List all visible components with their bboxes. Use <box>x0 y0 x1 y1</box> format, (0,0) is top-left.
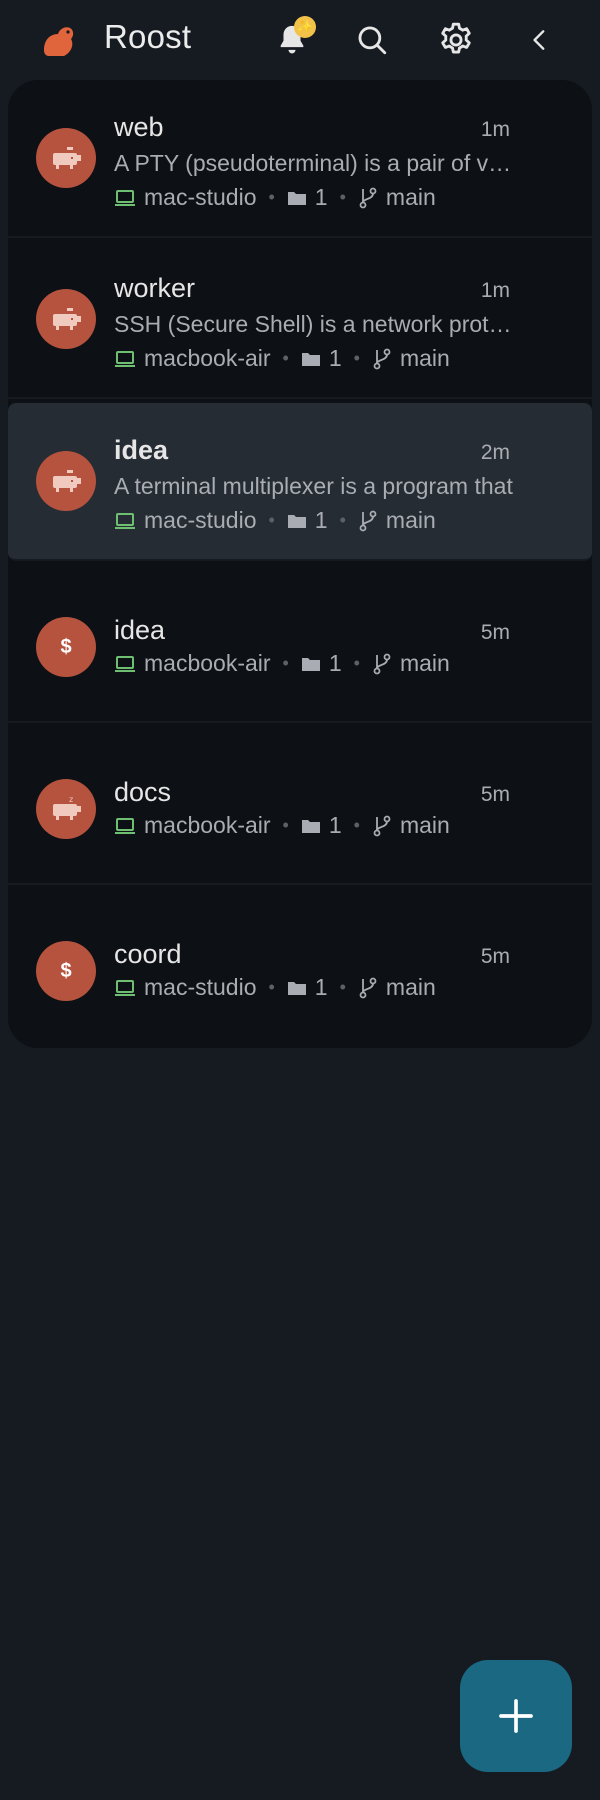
host-label: mac-studio <box>144 507 257 533</box>
host-label: macbook-air <box>144 650 271 676</box>
branch-label: main <box>385 974 436 1000</box>
session-name: web <box>114 112 164 142</box>
app-title: Roost <box>104 18 192 55</box>
roost-logo-icon <box>44 27 74 56</box>
separator: • <box>282 815 289 835</box>
separator: • <box>339 510 346 530</box>
folder-icon <box>301 818 321 834</box>
folder-icon <box>287 980 307 996</box>
host-label: mac-studio <box>144 184 257 210</box>
laptop-icon <box>114 512 136 530</box>
pig-icon <box>36 128 96 188</box>
plus-icon <box>499 1699 533 1733</box>
git-branch-icon <box>372 653 392 675</box>
session-meta: mac-studio • 1 • main <box>114 974 436 1001</box>
branch-label: main <box>399 812 450 838</box>
folder-count: 1 <box>314 974 328 1000</box>
separator: • <box>268 187 275 207</box>
laptop-icon <box>114 655 136 673</box>
session-name: docs <box>114 777 172 807</box>
chevron-left-icon <box>533 30 545 50</box>
session-meta: macbook-air • 1 • main <box>114 812 450 839</box>
session-name: worker <box>114 273 196 303</box>
session-preview: A PTY (pseudoterminal) is a pair of virt… <box>114 150 514 176</box>
git-branch-icon <box>358 187 378 209</box>
session-name: idea <box>114 435 169 465</box>
branch-label: main <box>385 507 436 533</box>
laptop-icon <box>114 979 136 997</box>
folder-count: 1 <box>314 184 328 210</box>
separator: • <box>268 977 275 997</box>
session-meta: mac-studio • 1 • main <box>114 507 436 534</box>
dollar-icon: $ <box>36 617 96 677</box>
laptop-icon <box>114 189 136 207</box>
host-label: macbook-air <box>144 345 271 371</box>
session-time: 1m <box>480 279 510 302</box>
search-button[interactable] <box>350 18 394 62</box>
session-name: coord <box>114 939 182 969</box>
folder-count: 1 <box>328 812 342 838</box>
session-time: 1m <box>480 118 510 141</box>
session-row[interactable]: worker 1m SSH (Secure Shell) is a networ… <box>8 241 592 399</box>
separator: • <box>339 187 346 207</box>
git-branch-icon <box>372 348 392 370</box>
separator: • <box>339 977 346 997</box>
session-meta: macbook-air • 1 • main <box>114 345 450 372</box>
session-meta: mac-studio • 1 • main <box>114 184 436 211</box>
session-preview: A terminal multiplexer is a program that <box>114 473 513 499</box>
session-time: 5m <box>480 621 510 644</box>
session-row[interactable]: $ coord 5m mac-studio • 1 • main <box>8 889 592 1047</box>
session-meta: macbook-air • 1 • main <box>114 650 450 677</box>
search-icon <box>358 26 387 55</box>
laptop-icon <box>114 817 136 835</box>
git-branch-icon <box>358 977 378 999</box>
separator: • <box>353 653 360 673</box>
settings-button[interactable] <box>434 18 478 62</box>
folder-icon <box>301 656 321 672</box>
branch-label: main <box>399 345 450 371</box>
folder-icon <box>301 351 321 367</box>
session-time: 5m <box>480 783 510 806</box>
git-branch-icon <box>372 815 392 837</box>
gear-icon <box>441 22 471 54</box>
folder-count: 1 <box>328 345 342 371</box>
host-label: mac-studio <box>144 974 257 1000</box>
separator: • <box>353 348 360 368</box>
session-list: web 1m A PTY (pseudoterminal) is a pair … <box>8 80 592 1048</box>
dollar-icon: $ <box>36 941 96 1001</box>
svg-text:z: z <box>69 795 73 804</box>
separator: • <box>282 653 289 673</box>
app-header: Roost ✨ <box>0 0 600 80</box>
notifications-button[interactable]: ✨ <box>270 16 316 62</box>
git-branch-icon <box>358 510 378 532</box>
sleeping-pig-icon: z <box>36 779 96 839</box>
host-label: macbook-air <box>144 812 271 838</box>
branch-label: main <box>399 650 450 676</box>
folder-count: 1 <box>328 650 342 676</box>
session-name: idea <box>114 615 166 645</box>
new-session-button[interactable] <box>460 1660 572 1772</box>
session-row[interactable]: web 1m A PTY (pseudoterminal) is a pair … <box>8 80 592 238</box>
folder-icon <box>287 513 307 529</box>
pig-icon <box>36 289 96 349</box>
separator: • <box>282 348 289 368</box>
collapse-button[interactable] <box>518 18 562 62</box>
session-preview: SSH (Secure Shell) is a network protocol <box>114 311 514 337</box>
session-time: 2m <box>480 441 510 464</box>
session-row[interactable]: z docs 5m macbook-air • 1 • main <box>8 727 592 885</box>
pig-icon <box>36 451 96 511</box>
notification-badge: ✨ <box>294 16 316 38</box>
session-row[interactable]: idea 2m A terminal multiplexer is a prog… <box>8 403 592 561</box>
separator: • <box>268 510 275 530</box>
session-row[interactable]: $ idea 5m macbook-air • 1 • main <box>8 565 592 723</box>
session-time: 5m <box>480 945 510 968</box>
branch-label: main <box>385 184 436 210</box>
separator: • <box>353 815 360 835</box>
folder-count: 1 <box>314 507 328 533</box>
laptop-icon <box>114 350 136 368</box>
folder-icon <box>287 190 307 206</box>
